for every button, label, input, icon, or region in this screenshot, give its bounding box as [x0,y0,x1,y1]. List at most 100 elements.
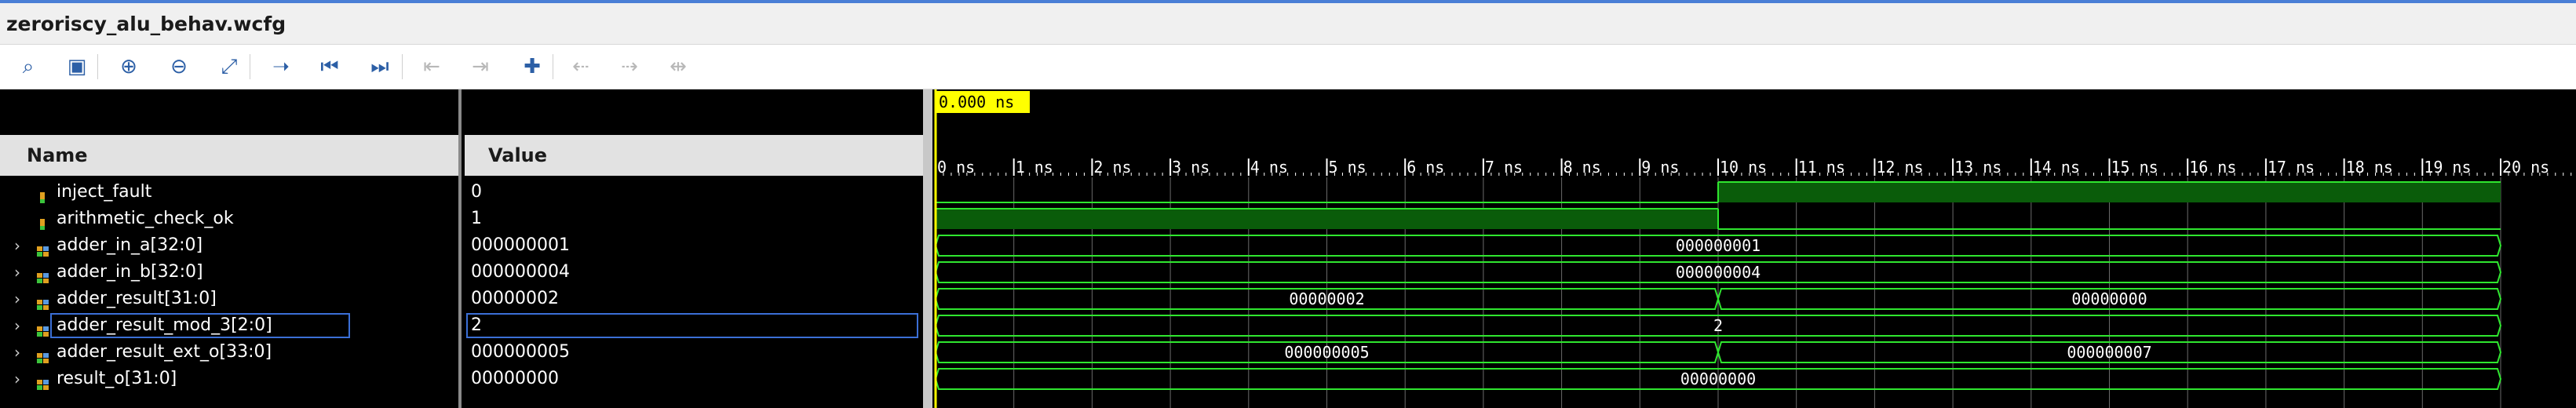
signal-row[interactable]: › adder_result[31:0] [0,286,458,312]
signal-name-panel: Name inject_fault arithmetic_check_ok › add… [0,89,462,408]
expand-chevron-icon[interactable]: › [14,286,20,312]
signal-value: 000000005 [471,342,570,362]
signal-value-row[interactable]: 00000002 [462,286,920,312]
go-to-end-icon[interactable]: ⏭ [363,49,397,84]
signal-value-row[interactable]: 0 [462,179,920,206]
signal-value-panel: Value 0 1 000000001 000000004 00000002 2 00000… [462,89,923,408]
selected-signal-outline [50,313,350,338]
bus-value-label: 00000000 [2071,290,2147,308]
expand-chevron-icon[interactable]: › [14,232,20,259]
ruler-tick-label: 9 ns [1641,158,1679,177]
bit-high-fill [1718,182,2501,202]
bus-signal-icon [36,373,50,390]
ruler-tick-label: 12 ns [1876,158,1923,177]
bus-value-label: 2 [1713,316,1723,335]
waveform-canvas[interactable]: 0 ns 1 ns 2 ns 3 ns 4 ns 5 ns 6 ns 7 ns 8 ns 9 ns… [932,89,2576,408]
go-to-start-icon[interactable]: ⏮ [312,49,347,84]
signal-value: 000000001 [471,235,570,255]
ruler-tick-label: 3 ns [1172,158,1210,177]
signal-row[interactable]: › result_o[31:0] [0,366,458,392]
ruler-tick-label: 0 ns [937,158,975,177]
signal-name: result_o[31:0] [57,369,177,388]
zoom-in-icon[interactable]: ⊕ [111,49,146,84]
go-to-cursor-icon[interactable]: ➝ [264,49,298,84]
ruler-tick-label: 5 ns [1329,158,1366,177]
search-icon[interactable]: ⌕ [11,49,46,84]
ruler-tick-label: 14 ns [2033,158,2080,177]
window-title: zeroriscy_alu_behav.wcfg [6,13,286,35]
signal-value-row[interactable]: 000000001 [462,232,920,259]
signal-value: 00000000 [471,369,559,388]
signal-name: adder_result[31:0] [57,289,217,308]
next-transition-icon[interactable]: ⇥ [463,49,498,84]
bus-signal-icon [36,293,50,310]
signal-value: 00000002 [471,289,559,308]
signal-value: 000000004 [471,262,570,282]
signal-row[interactable]: › adder_result_ext_o[33:0] [0,339,458,366]
ruler-tick-label: 6 ns [1407,158,1444,177]
signal-row[interactable]: arithmetic_check_ok [0,206,458,232]
signal-row[interactable]: › adder_in_b[32:0] [0,259,458,286]
signal-name: adder_result_ext_o[33:0] [57,342,272,362]
wave-splitter[interactable] [923,89,932,408]
bit-signal-icon [36,213,50,230]
signal-value-row[interactable]: 1 [462,206,920,232]
ruler-tick-label: 7 ns [1485,158,1523,177]
signal-row[interactable]: › adder_in_a[32:0] [0,232,458,259]
add-marker-icon[interactable]: ✚ [515,49,549,84]
signal-name: adder_in_a[32:0] [57,235,203,255]
selected-value-outline [466,313,918,338]
toolbar-separator [97,54,98,79]
bus-signal-icon [36,239,50,257]
ruler-tick-label: 2 ns [1093,158,1131,177]
previous-marker-icon[interactable]: ⇠ [564,49,598,84]
ruler-tick-label: 10 ns [1720,158,1767,177]
zoom-out-icon[interactable]: ⊖ [162,49,196,84]
expand-chevron-icon[interactable]: › [14,259,20,286]
cursor-time-label: 0.000 ns [939,93,1014,111]
previous-transition-icon[interactable]: ⇤ [414,49,449,84]
bus-value-label: 000000007 [2067,343,2151,362]
signal-name: arithmetic_check_ok [57,209,234,228]
ruler-tick-label: 8 ns [1563,158,1601,177]
expand-chevron-icon[interactable]: › [14,339,20,366]
ruler-tick-label: 1 ns [1016,158,1053,177]
swap-cursors-icon[interactable]: ⇹ [661,49,695,84]
ruler-tick-label: 17 ns [2268,158,2315,177]
ruler-tick-label: 19 ns [2424,158,2471,177]
signal-value-row[interactable]: 000000005 [462,339,920,366]
signal-value-row[interactable]: 000000004 [462,259,920,286]
name-column-header[interactable]: Name [0,135,458,176]
signal-row[interactable]: inject_fault [0,179,458,206]
bit-signal-icon [36,186,50,203]
ruler-tick-label: 16 ns [2189,158,2236,177]
signal-value: 1 [471,209,482,228]
signal-value-row[interactable]: 00000000 [462,366,920,392]
bus-signal-icon [36,346,50,363]
bus-value-label: 000000005 [1284,343,1369,362]
bit-high-fill [936,209,1718,229]
ruler-tick-label: 4 ns [1250,158,1288,177]
bus-value-label: 00000002 [1289,290,1364,308]
toolbar: ⌕ ▣ ⊕ ⊖ ⤢ ➝ ⏮ ⏭ ⇤ ⇥ ✚ ⇠ ⇢ ⇹ [0,44,2576,89]
expand-chevron-icon[interactable]: › [14,312,20,339]
signal-name: adder_in_b[32:0] [57,262,203,282]
bus-signal-icon [36,319,50,337]
bus-value-label: 000000004 [1676,263,1761,282]
ruler-tick-label: 18 ns [2346,158,2393,177]
ruler-tick-label: 20 ns [2502,158,2549,177]
bus-signal-icon [36,266,50,283]
next-marker-icon[interactable]: ⇢ [612,49,647,84]
save-icon[interactable]: ▣ [60,49,94,84]
signal-value: 0 [471,182,482,202]
bus-value-label: 000000001 [1676,236,1761,255]
signal-name: inject_fault [57,182,152,202]
waveform-panel[interactable]: 0 ns 1 ns 2 ns 3 ns 4 ns 5 ns 6 ns 7 ns 8 ns 9 ns… [932,89,2576,408]
zoom-fit-icon[interactable]: ⤢ [212,49,246,84]
value-column-header[interactable]: Value [465,135,923,176]
expand-chevron-icon[interactable]: › [14,366,20,392]
ruler-tick-label: 15 ns [2111,158,2158,177]
window-titlebar: zeroriscy_alu_behav.wcfg [0,0,2576,44]
ruler-tick-label: 11 ns [1798,158,1845,177]
ruler-tick-label: 13 ns [1954,158,2001,177]
